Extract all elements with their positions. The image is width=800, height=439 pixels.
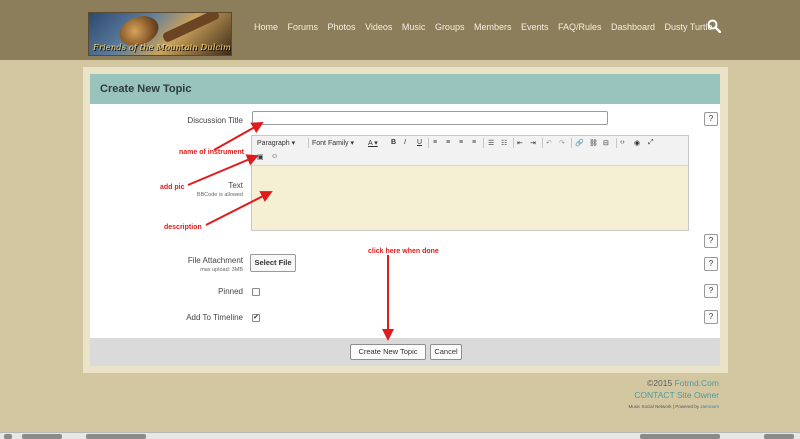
arrow-to-title: [213, 122, 264, 151]
annotation-arrows: [187, 122, 394, 341]
copyright-text: ©2015: [647, 378, 673, 388]
taskbar: [0, 432, 800, 439]
taskbar-icon[interactable]: [4, 434, 12, 439]
arrow-to-image-button: [187, 154, 259, 186]
jamroom-link[interactable]: Jamroom: [700, 404, 719, 409]
taskbar-icon[interactable]: [640, 434, 720, 439]
contact-site-owner-link[interactable]: CONTACT Site Owner: [634, 390, 719, 400]
powered-by: Music Social Network | Powered by Jamroo…: [629, 404, 719, 409]
copyright: ©2015 Fotmd.Com: [647, 378, 719, 388]
taskbar-icon[interactable]: [22, 434, 62, 439]
taskbar-icon[interactable]: [764, 434, 794, 439]
taskbar-icon[interactable]: [86, 434, 146, 439]
site-link[interactable]: Fotmd.Com: [675, 378, 719, 388]
arrow-to-editor: [205, 191, 273, 226]
powered-by-text: Music Social Network | Powered by: [628, 404, 699, 409]
